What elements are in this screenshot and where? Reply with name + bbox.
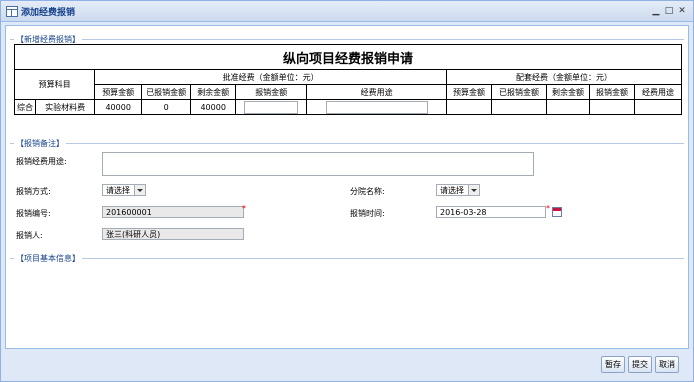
- col-header: 经费用途: [306, 84, 447, 100]
- table-title: 纵向项目经费报销申请: [14, 44, 682, 70]
- fund-purpose-input[interactable]: [325, 100, 428, 114]
- col-header: 已报销金额: [491, 84, 547, 100]
- calendar-icon[interactable]: [552, 207, 562, 217]
- section-remark: 【报销备注】: [14, 138, 66, 149]
- title-bar[interactable]: 添加经费报销 ▁ □ ✕: [1, 1, 693, 22]
- row-item: 实验材料费: [34, 99, 96, 115]
- matching-reimbursed-cell: [491, 99, 547, 115]
- number-field[interactable]: 201600001: [102, 206, 244, 218]
- row-budget: 40000: [94, 99, 143, 115]
- section-divider: [10, 258, 684, 259]
- branch-select[interactable]: 请选择: [436, 184, 480, 196]
- col-header: 预算金额: [446, 84, 492, 100]
- person-field[interactable]: 张三(科研人员): [102, 228, 244, 240]
- table-row: 综合 实验材料费 40000 0 40000: [14, 99, 682, 115]
- col-header: 剩余金额: [546, 84, 590, 100]
- branch-label: 分院名称:: [350, 187, 385, 196]
- cancel-button[interactable]: 取消: [655, 356, 679, 373]
- required-mark: *: [242, 204, 246, 213]
- matching-budget-cell: [446, 99, 492, 115]
- purpose-label: 报销经费用途:: [16, 157, 67, 166]
- row-reimbursed: 0: [141, 99, 192, 115]
- reimburse-amount-input[interactable]: [244, 100, 299, 114]
- required-mark: *: [546, 204, 550, 213]
- save-draft-button[interactable]: 暂存: [601, 356, 625, 373]
- dialog-window: 添加经费报销 ▁ □ ✕ 【新增经费报销】 纵向项目经费报销申请 预算科目 批准…: [0, 0, 694, 382]
- col-header: 经费用途: [634, 84, 682, 100]
- matching-funds-header: 配套经费（金额单位：元）: [446, 69, 682, 85]
- reimbursement-table: 纵向项目经费报销申请 预算科目 批准经费（金额单位：元） 配套经费（金额单位：元…: [13, 44, 682, 115]
- maximize-icon[interactable]: □: [664, 6, 674, 16]
- col-header: 已报销金额: [141, 84, 192, 100]
- time-label: 报销时间:: [350, 209, 385, 218]
- col-header: 报销金额: [589, 84, 635, 100]
- form-panel: 【新增经费报销】 纵向项目经费报销申请 预算科目 批准经费（金额单位：元） 配套…: [5, 25, 689, 349]
- table-icon: [6, 6, 18, 17]
- chevron-down-icon[interactable]: [134, 185, 145, 195]
- matching-amount-cell: [589, 99, 635, 115]
- row-remaining: 40000: [190, 99, 237, 115]
- minimize-icon[interactable]: ▁: [651, 6, 661, 16]
- close-icon[interactable]: ✕: [677, 6, 687, 16]
- person-label: 报销人:: [16, 231, 43, 240]
- time-field[interactable]: 2016-03-28: [436, 206, 546, 218]
- method-select-value: 请选择: [106, 186, 130, 195]
- submit-button[interactable]: 提交: [628, 356, 652, 373]
- col-header: 预算金额: [94, 84, 143, 100]
- row-category: 综合: [14, 99, 36, 115]
- section-divider: [10, 143, 684, 144]
- section-divider: [10, 39, 684, 40]
- method-label: 报销方式:: [16, 187, 51, 196]
- window-title: 添加经费报销: [21, 8, 76, 18]
- approved-funds-header: 批准经费（金额单位：元）: [94, 69, 447, 85]
- reimburse-amount-cell: [235, 99, 308, 115]
- col-header: 报销金额: [235, 84, 308, 100]
- col-header: 剩余金额: [190, 84, 237, 100]
- chevron-down-icon[interactable]: [468, 185, 479, 195]
- budget-subject-header: 预算科目: [13, 69, 96, 100]
- method-select[interactable]: 请选择: [102, 184, 146, 196]
- number-label: 报销编号:: [16, 209, 51, 218]
- matching-purpose-cell: [634, 99, 682, 115]
- branch-select-value: 请选择: [440, 186, 464, 195]
- section-project-info[interactable]: 【项目基本信息】: [14, 253, 82, 264]
- dialog-footer: 暂存 提交 取消: [1, 349, 693, 381]
- matching-remaining-cell: [546, 99, 590, 115]
- purpose-textarea[interactable]: [102, 152, 534, 176]
- purpose-cell: [306, 99, 447, 115]
